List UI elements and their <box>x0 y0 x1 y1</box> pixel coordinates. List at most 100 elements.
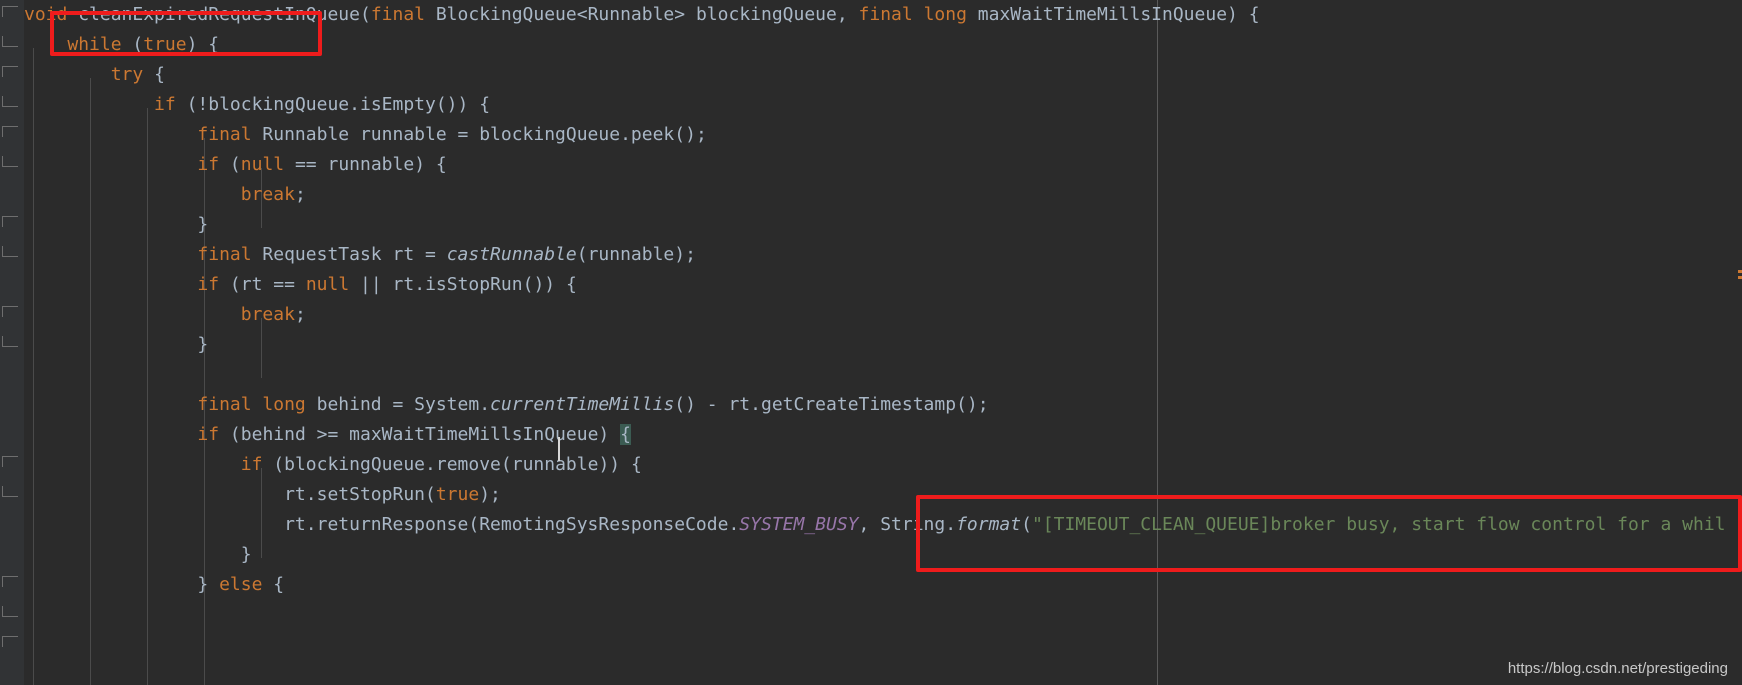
code-fold-marker[interactable] <box>2 336 18 347</box>
code-token: . <box>305 484 317 505</box>
code-token: ( <box>219 424 241 445</box>
code-token: ( <box>425 484 436 505</box>
code-line[interactable]: if (behind >= maxWaitTimeMillsInQueue) { <box>24 420 1726 450</box>
code-token: final <box>858 4 913 25</box>
code-fold-marker[interactable] <box>2 36 18 47</box>
code-token: { <box>273 574 285 595</box>
code-token: getCreateTimestamp <box>761 394 957 415</box>
code-line[interactable]: } else { <box>24 570 1726 600</box>
code-token: . <box>620 124 631 145</box>
editor-gutter[interactable] <box>0 0 24 685</box>
code-token: ) <box>414 154 436 175</box>
code-line[interactable]: if (!blockingQueue.isEmpty()) { <box>24 90 1726 120</box>
code-token: ( <box>500 454 512 475</box>
code-token: } <box>197 334 209 355</box>
code-token: break <box>240 184 295 205</box>
code-token: )) <box>598 454 631 475</box>
code-line[interactable] <box>24 360 1726 390</box>
code-line[interactable]: try { <box>24 60 1726 90</box>
code-fold-marker[interactable] <box>2 6 18 17</box>
code-fold-marker[interactable] <box>2 96 18 107</box>
code-token: rt <box>392 244 415 265</box>
code-token: if <box>240 454 263 475</box>
code-fold-marker[interactable] <box>2 246 18 257</box>
code-line[interactable]: final RequestTask rt = castRunnable(runn… <box>24 240 1726 270</box>
scrollbar-mark[interactable] <box>1738 276 1742 279</box>
code-fold-marker[interactable] <box>2 156 18 167</box>
code-token: rt <box>284 514 306 535</box>
code-token: ; <box>294 304 306 325</box>
code-token: break <box>240 304 295 325</box>
code-token: ()) <box>522 274 566 295</box>
code-token: blockingQueue <box>208 94 350 115</box>
code-token: blockingQueue <box>284 454 426 475</box>
code-token: runnable <box>327 154 415 175</box>
text-caret <box>558 437 560 461</box>
code-token: ()) <box>435 94 480 115</box>
code-token: < <box>576 4 588 25</box>
code-token: if <box>197 424 220 445</box>
code-token: setStopRun <box>316 484 425 505</box>
code-token: long <box>923 4 967 25</box>
code-line[interactable]: if (blockingQueue.remove(runnable)) { <box>24 450 1726 480</box>
scrollbar-error-stripe[interactable] <box>1738 0 1742 685</box>
code-token: final <box>197 244 252 265</box>
code-token: behind <box>316 394 382 415</box>
code-fold-marker[interactable] <box>2 456 18 467</box>
code-token: () - <box>674 394 729 415</box>
code-fold-marker[interactable] <box>2 126 18 137</box>
code-line[interactable]: final long behind = System.currentTimeMi… <box>24 390 1726 420</box>
log-string-highlight <box>916 495 1742 572</box>
code-fold-marker[interactable] <box>2 486 18 497</box>
method-name-highlight <box>50 11 322 56</box>
code-line[interactable]: if (rt == null || rt.isStopRun()) { <box>24 270 1726 300</box>
code-token: (); <box>956 394 989 415</box>
code-token: rt <box>240 274 263 295</box>
code-fold-marker[interactable] <box>2 606 18 617</box>
code-fold-marker[interactable] <box>2 576 18 587</box>
code-line[interactable]: if (null == runnable) { <box>24 150 1726 180</box>
code-line[interactable]: } <box>24 210 1726 240</box>
code-token: final <box>370 4 425 25</box>
code-token: runnable <box>511 454 599 475</box>
code-token: rt <box>284 484 306 505</box>
code-token: , <box>858 514 881 535</box>
code-token: if <box>197 274 220 295</box>
code-editor[interactable]: void cleanExpiredRequestInQueue(final Bl… <box>0 0 1742 685</box>
code-line[interactable]: break; <box>24 180 1726 210</box>
code-line[interactable]: } <box>24 330 1726 360</box>
code-line[interactable]: final Runnable runnable = blockingQueue.… <box>24 120 1726 150</box>
code-token: { <box>620 424 631 445</box>
code-token: returnResponse <box>316 514 469 535</box>
code-fold-marker[interactable] <box>2 216 18 227</box>
code-token: Runnable <box>587 4 675 25</box>
scrollbar-mark[interactable] <box>1738 270 1742 273</box>
code-line[interactable]: break; <box>24 300 1726 330</box>
code-token: { <box>154 64 165 85</box>
code-token: { <box>435 154 447 175</box>
code-fold-marker[interactable] <box>2 306 18 317</box>
code-token: ( <box>219 274 241 295</box>
code-token: ); <box>674 244 696 265</box>
code-fold-marker[interactable] <box>2 66 18 77</box>
code-fold-marker[interactable] <box>2 636 18 647</box>
code-token: = <box>414 244 447 265</box>
code-token: == <box>284 154 328 175</box>
code-token: . <box>305 514 317 535</box>
code-token: else <box>219 574 263 595</box>
